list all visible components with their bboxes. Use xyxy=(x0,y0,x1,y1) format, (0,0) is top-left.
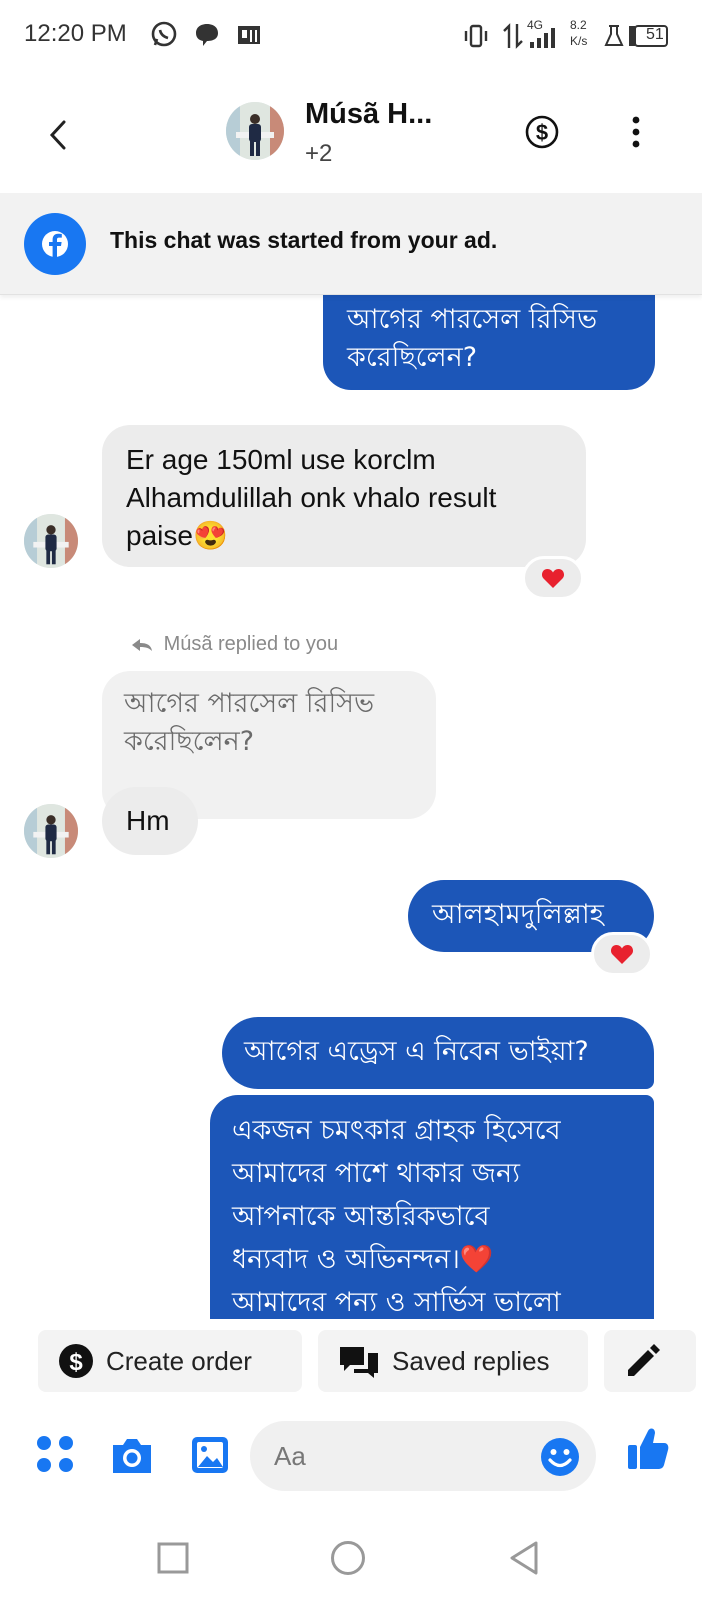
message-line: করেছিলেন? xyxy=(124,726,255,757)
chat-icon xyxy=(194,22,220,52)
whatsapp-icon xyxy=(150,20,178,52)
avatar[interactable] xyxy=(24,804,78,858)
dollar-icon: $ xyxy=(58,1343,94,1379)
heart-icon xyxy=(541,569,565,588)
status-bar: 12:20 PM 4G 8.2 K/s 51 xyxy=(0,0,702,72)
recents-icon[interactable] xyxy=(157,1542,189,1578)
data-arrows-icon xyxy=(502,22,524,54)
gallery-icon[interactable] xyxy=(190,1435,230,1479)
chevron-left-icon xyxy=(49,120,66,150)
edit-button[interactable] xyxy=(604,1330,696,1392)
message-outgoing[interactable]: একজন চমৎকার গ্রাহক হিসেবে আমাদের পাশে থা… xyxy=(210,1095,654,1319)
message-line: Er age 150ml use korclm xyxy=(126,444,436,475)
reply-context: Músã replied to you xyxy=(130,633,338,656)
reaction-badge[interactable] xyxy=(522,556,584,600)
reaction-badge[interactable] xyxy=(591,932,653,976)
message-line: Hm xyxy=(126,805,170,836)
message-list[interactable]: আগের পারসেল রিসিভ করেছিলেন? Er age 150ml… xyxy=(0,295,702,1319)
avatar-photo xyxy=(24,804,78,858)
message-line: আমাদের পাশে থাকার জন্য xyxy=(232,1158,520,1189)
ad-origin-banner: This chat was started from your ad. xyxy=(0,193,702,295)
heart-icon xyxy=(610,945,634,964)
payment-button[interactable]: $ xyxy=(524,114,560,150)
svg-text:$: $ xyxy=(69,1349,83,1376)
saved-replies-icon xyxy=(338,1343,380,1379)
vibrate-icon xyxy=(462,24,490,52)
message-line: আমাদের পন্য ও সার্ভিস ভালো xyxy=(232,1287,561,1318)
svg-text:$: $ xyxy=(536,120,548,145)
message-line: একজন চমৎকার গ্রাহক হিসেবে xyxy=(232,1115,561,1146)
avatar[interactable] xyxy=(24,514,78,568)
thumbs-up-icon[interactable] xyxy=(626,1425,670,1475)
message-line: paise😍 xyxy=(126,520,228,551)
message-outgoing[interactable]: আগের এড্রেস এ নিবেন ভাইয়া? xyxy=(222,1017,654,1089)
message-line: আগের এড্রেস এ নিবেন ভাইয়া? xyxy=(244,1036,589,1067)
dollar-circle-icon: $ xyxy=(525,115,559,149)
emoji-icon[interactable] xyxy=(540,1437,580,1481)
reply-context-text: Músã replied to you xyxy=(163,633,339,655)
message-input[interactable] xyxy=(274,1421,524,1491)
signal-icon xyxy=(530,28,558,52)
message-incoming[interactable]: Hm xyxy=(102,787,198,855)
message-line: আগের পারসেল রিসিভ xyxy=(347,304,598,335)
message-outgoing[interactable]: আগের পারসেল রিসিভ করেছিলেন? xyxy=(323,295,655,390)
network-speed-value: 8.2 xyxy=(570,18,587,32)
back-icon[interactable] xyxy=(508,1540,540,1580)
message-incoming[interactable]: Er age 150ml use korclm Alhamdulillah on… xyxy=(102,425,586,567)
lab-icon xyxy=(604,24,624,52)
pencil-icon xyxy=(624,1342,662,1380)
quick-actions-bar: $ Create order Saved replies xyxy=(0,1320,702,1400)
message-line: আগের পারসেল রিসিভ xyxy=(124,688,375,719)
participants-count: +2 xyxy=(305,140,333,167)
message-line: করেছিলেন? xyxy=(347,342,478,373)
contact-name[interactable]: Músã H... xyxy=(305,98,432,131)
message-line: আলহামদুলিল্লাহ xyxy=(432,899,604,930)
more-options-button[interactable] xyxy=(628,112,644,152)
camera-icon[interactable] xyxy=(109,1435,155,1479)
pocket-icon xyxy=(236,22,262,52)
conversation-header: Músã H... +2 $ xyxy=(0,92,702,192)
message-input-container[interactable] xyxy=(250,1421,596,1491)
saved-replies-label: Saved replies xyxy=(392,1345,550,1376)
saved-replies-button[interactable]: Saved replies xyxy=(318,1330,588,1392)
message-line: Alhamdulillah onk vhalo result xyxy=(126,482,497,513)
reply-arrow-icon xyxy=(132,638,152,651)
avatar-photo xyxy=(226,102,284,160)
back-button[interactable] xyxy=(38,110,78,160)
message-composer xyxy=(0,1415,702,1495)
message-line: ধন্যবাদ ও অভিনন্দন।❤️ xyxy=(232,1244,494,1275)
message-line: আপনাকে আন্তরিকভাবে xyxy=(232,1201,490,1232)
facebook-icon xyxy=(24,213,86,275)
network-speed-unit: K/s xyxy=(570,34,588,48)
system-nav-bar xyxy=(0,1520,702,1600)
more-vertical-icon xyxy=(632,116,640,148)
avatar[interactable] xyxy=(226,102,284,160)
home-icon[interactable] xyxy=(330,1540,366,1580)
apps-icon[interactable] xyxy=(36,1435,74,1477)
avatar-photo xyxy=(24,514,78,568)
create-order-label: Create order xyxy=(106,1345,252,1376)
create-order-button[interactable]: $ Create order xyxy=(38,1330,302,1392)
battery-level: 51 xyxy=(646,26,664,43)
status-time: 12:20 PM xyxy=(24,20,127,47)
ad-banner-text: This chat was started from your ad. xyxy=(110,227,498,253)
